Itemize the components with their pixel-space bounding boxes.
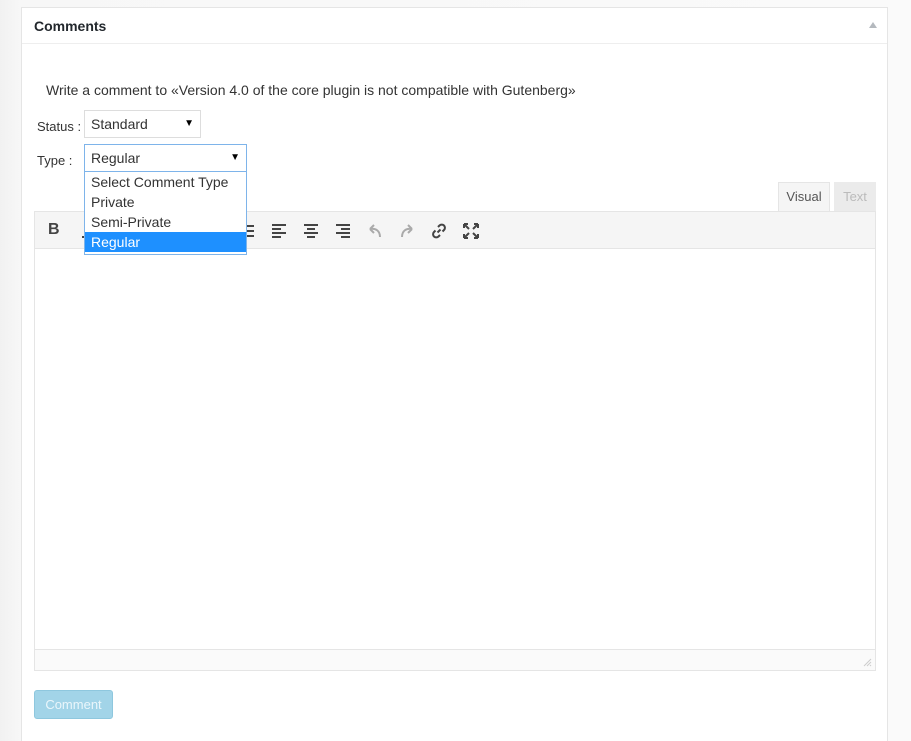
resize-grip-icon[interactable]	[863, 658, 872, 667]
panel-header[interactable]: Comments	[22, 8, 887, 44]
type-option-regular[interactable]: Regular	[85, 232, 246, 252]
align-center-icon[interactable]	[302, 222, 320, 240]
link-icon[interactable]	[430, 222, 448, 240]
align-right-icon[interactable]	[334, 222, 352, 240]
type-dropdown-list: Select Comment Type Private Semi-Private…	[84, 171, 247, 255]
tab-text[interactable]: Text	[834, 182, 876, 212]
comment-intro: Write a comment to «Version 4.0 of the c…	[46, 82, 576, 98]
type-option-select[interactable]: Select Comment Type	[85, 172, 246, 192]
bold-icon[interactable]: B	[48, 221, 66, 239]
tab-visual[interactable]: Visual	[778, 182, 830, 212]
comments-panel: Comments Write a comment to «Version 4.0…	[21, 7, 888, 741]
align-left-icon[interactable]	[270, 222, 288, 240]
redo-icon[interactable]	[398, 222, 416, 240]
dropdown-arrow-icon: ▼	[184, 118, 194, 129]
status-select[interactable]: Standard ▼	[84, 110, 201, 138]
undo-icon[interactable]	[366, 222, 384, 240]
editor-text-area[interactable]	[35, 250, 875, 649]
fullscreen-icon[interactable]	[462, 222, 480, 240]
type-option-semi-private[interactable]: Semi-Private	[85, 212, 246, 232]
comment-submit-button[interactable]: Comment	[34, 690, 113, 719]
status-label: Status :	[37, 119, 82, 134]
type-select[interactable]: Regular ▼	[84, 144, 247, 172]
status-select-value: Standard	[91, 116, 148, 132]
dropdown-arrow-icon: ▼	[230, 152, 240, 163]
type-option-private[interactable]: Private	[85, 192, 246, 212]
comment-editor: B	[34, 211, 876, 671]
type-select-value: Regular	[91, 150, 141, 166]
panel-title: Comments	[34, 18, 107, 34]
editor-statusbar	[35, 649, 875, 670]
collapse-arrow-icon[interactable]	[869, 22, 877, 28]
type-label: Type :	[37, 153, 73, 168]
